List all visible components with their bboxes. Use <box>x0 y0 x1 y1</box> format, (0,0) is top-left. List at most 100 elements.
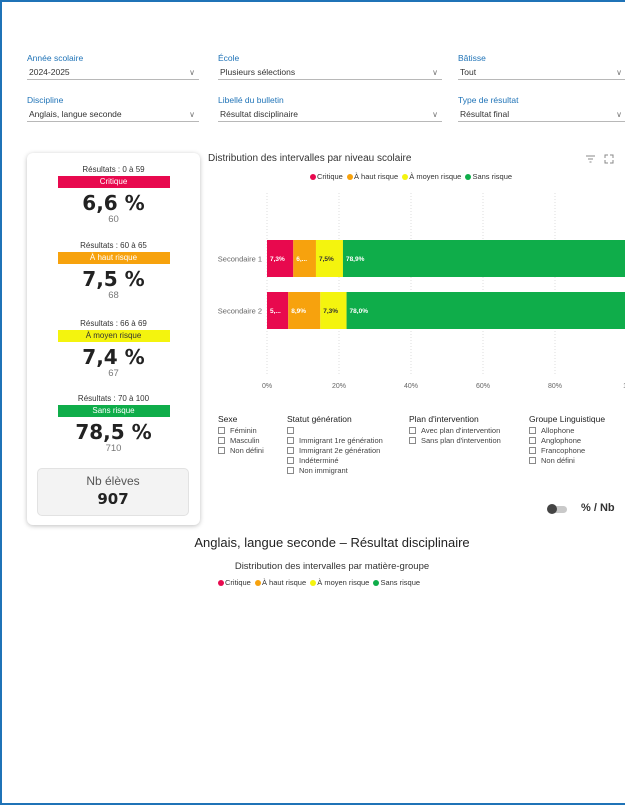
data-label: 6,... <box>296 256 307 263</box>
legend-label: À moyen risque <box>409 172 462 181</box>
checkbox[interactable] <box>529 437 536 444</box>
count-value: 67 <box>108 368 119 379</box>
option-label: Indéterminé <box>299 456 339 465</box>
option-label: Non défini <box>541 456 575 465</box>
checkbox[interactable] <box>287 447 294 454</box>
legend-label: À haut risque <box>261 578 307 587</box>
checkbox-option[interactable]: Allophone <box>529 426 605 436</box>
category-label: Secondaire 1 <box>218 255 262 264</box>
checkbox-option[interactable]: Avec plan d'intervention <box>409 426 501 436</box>
dropdown-value: Tout <box>460 67 477 77</box>
option-label: Non immigrant <box>299 466 348 475</box>
checkbox-option[interactable]: Non défini <box>529 456 605 466</box>
filter-libelle-bulletin: Libellé du bulletin Résultat disciplinai… <box>218 94 442 122</box>
x-tick-label: 20% <box>332 383 346 390</box>
chart2-title: Distribution des intervalles par matière… <box>234 561 430 572</box>
checkbox-option[interactable] <box>287 426 383 436</box>
checkbox[interactable] <box>218 437 225 444</box>
legend-label: À moyen risque <box>317 578 370 587</box>
legend-item-critique: Critique <box>310 172 343 181</box>
band-critique: Critique <box>57 176 170 188</box>
x-tick-label: 80% <box>548 383 562 390</box>
checkbox-option[interactable]: Masculin <box>218 436 264 446</box>
nb-eleves-label: Nb élèves <box>86 474 140 488</box>
type-resultat-dropdown[interactable]: Résultat final ∨ <box>458 108 625 122</box>
legend-label: Critique <box>317 172 343 181</box>
checkbox[interactable] <box>529 457 536 464</box>
count-value: 68 <box>108 290 119 301</box>
slicer-groupe-linguistique: Groupe Linguistique Allophone Anglophone… <box>529 414 605 466</box>
toggle-label: % / Nb <box>581 502 615 514</box>
data-label: 7,3% <box>323 308 338 315</box>
filter-label: Bâtisse <box>458 53 486 63</box>
legend-item-sans-risque: Sans risque <box>465 172 512 181</box>
filter-label: Discipline <box>27 95 64 105</box>
checkbox-option[interactable]: Non défini <box>218 446 264 456</box>
band-moyen-risque: À moyen risque <box>57 330 170 342</box>
focus-mode-icon[interactable] <box>604 154 614 166</box>
checkbox-option[interactable]: Indéterminé <box>287 456 383 466</box>
percent-value: 7,4 % <box>82 345 145 369</box>
option-label: Allophone <box>541 426 575 435</box>
summary-block-sans-risque: Résultats : 70 à 100 Sans risque 78,5 % … <box>27 394 200 454</box>
option-label: Féminin <box>230 426 257 435</box>
section-title: Anglais, langue seconde – Résultat disci… <box>194 535 470 550</box>
x-tick-label: 60% <box>476 383 490 390</box>
checkbox-option[interactable]: Féminin <box>218 426 264 436</box>
checkbox[interactable] <box>529 447 536 454</box>
filter-type-resultat: Type de résultat Résultat final ∨ <box>458 94 625 122</box>
checkbox[interactable] <box>218 427 225 434</box>
checkbox[interactable] <box>287 427 294 434</box>
dropdown-value: Plusieurs sélections <box>220 67 296 77</box>
checkbox-option[interactable]: Immigrant 1re génération <box>287 436 383 446</box>
checkbox[interactable] <box>409 427 416 434</box>
ecole-dropdown[interactable]: Plusieurs sélections ∨ <box>218 66 442 80</box>
data-label: 78,0% <box>350 308 369 315</box>
filter-label: Année scolaire <box>27 53 84 63</box>
discipline-dropdown[interactable]: Anglais, langue seconde ∨ <box>27 108 199 122</box>
legend-dot <box>254 579 261 586</box>
libelle-bulletin-dropdown[interactable]: Résultat disciplinaire ∨ <box>218 108 442 122</box>
option-label: Immigrant 2e génération <box>299 446 381 455</box>
filter-ecole: École Plusieurs sélections ∨ <box>218 52 442 80</box>
checkbox[interactable] <box>529 427 536 434</box>
count-value: 710 <box>105 443 122 454</box>
summary-block-moyen-risque: Résultats : 66 à 69 À moyen risque 7,4 %… <box>27 319 200 379</box>
bar-segment[interactable] <box>342 240 625 277</box>
batisse-dropdown[interactable]: Tout ∨ <box>458 66 625 80</box>
chart-title: Distribution des intervalles par niveau … <box>208 153 412 164</box>
stacked-bar-chart: 7,3% 6,... 7,5% 78,9% 5,... 8,9% 7,3% 78,0% Sec… <box>218 193 625 390</box>
annee-scolaire-dropdown[interactable]: 2024-2025 ∨ <box>27 66 199 80</box>
legend-label: À haut risque <box>353 172 399 181</box>
range-label: Résultats : 0 à 59 <box>82 165 145 174</box>
checkbox[interactable] <box>218 447 225 454</box>
checkbox-option[interactable]: Francophone <box>529 446 605 456</box>
checkbox-option[interactable]: Sans plan d'intervention <box>409 436 501 446</box>
checkbox-option[interactable]: Anglophone <box>529 436 605 446</box>
legend-dot <box>218 579 224 586</box>
legend-dot <box>346 173 353 180</box>
checkbox-option[interactable]: Non immigrant <box>287 466 383 476</box>
checkbox-option[interactable]: Immigrant 2e génération <box>287 446 383 456</box>
bar-segment[interactable] <box>346 292 625 329</box>
option-label: Anglophone <box>541 436 582 445</box>
checkbox[interactable] <box>409 437 416 444</box>
slicer-sexe: Sexe Féminin Masculin Non défini <box>218 414 264 456</box>
legend-dot <box>402 173 409 180</box>
results-summary-card: Résultats : 0 à 59 Critique 6,6 % 60 Rés… <box>27 153 200 525</box>
chevron-down-icon: ∨ <box>432 110 438 119</box>
checkbox[interactable] <box>287 457 294 464</box>
data-label: 5,... <box>270 308 281 315</box>
checkbox[interactable] <box>287 467 294 474</box>
checkbox[interactable] <box>287 437 294 444</box>
band-sans-risque: Sans risque <box>57 405 170 417</box>
data-label: 7,5% <box>319 256 334 263</box>
chevron-down-icon: ∨ <box>616 110 622 119</box>
slicer-title: Groupe Linguistique <box>529 414 606 424</box>
filter-icon[interactable] <box>586 155 595 165</box>
filter-label: École <box>218 53 240 63</box>
percent-count-toggle[interactable] <box>547 504 569 514</box>
slicer-title: Statut génération <box>287 414 352 424</box>
chevron-down-icon: ∨ <box>616 68 622 77</box>
option-label: Immigrant 1re génération <box>299 436 383 445</box>
